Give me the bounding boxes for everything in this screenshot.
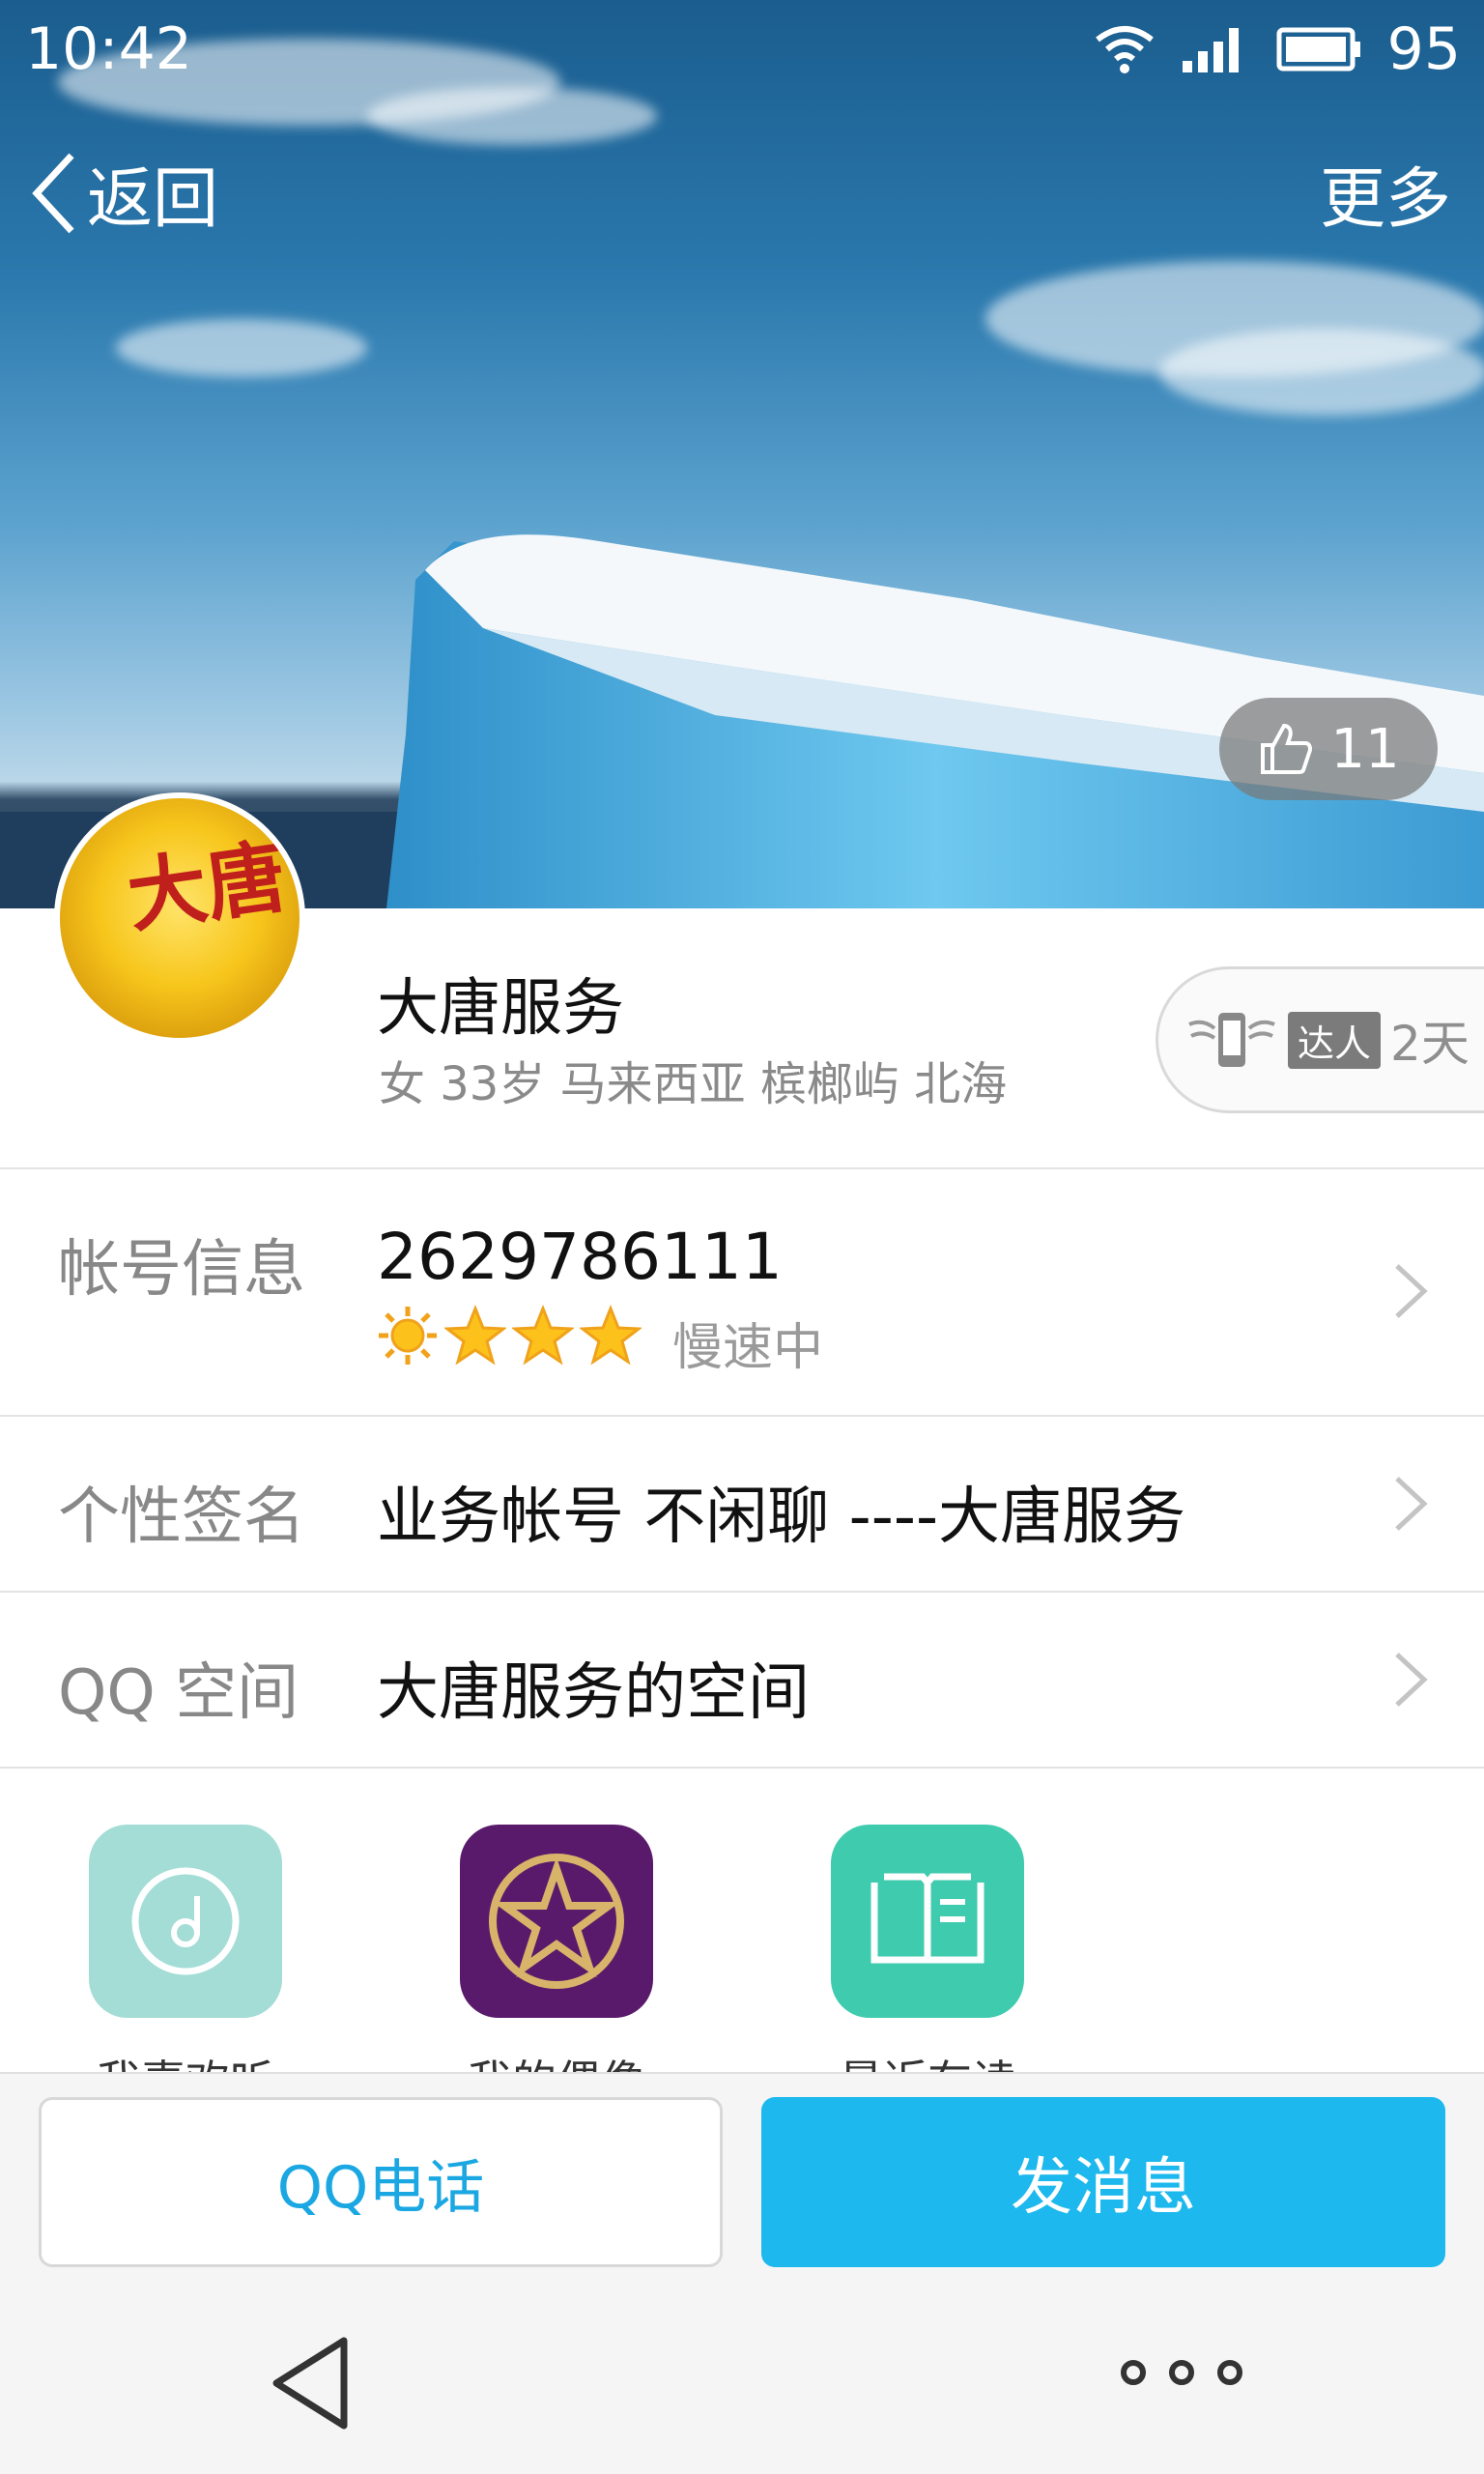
- signature-label: 个性签名: [58, 1482, 305, 1553]
- nav-back-triangle-icon[interactable]: [267, 2335, 354, 2431]
- divider: [0, 1591, 1484, 1593]
- qq-call-button[interactable]: QQ电话: [39, 2097, 723, 2267]
- avatar[interactable]: 大唐: [54, 792, 305, 1044]
- app-idol[interactable]: [460, 1825, 653, 2018]
- chevron-left-icon: [32, 153, 74, 233]
- winged-phone-icon: [1188, 1013, 1275, 1067]
- status-time: 10:42: [25, 15, 192, 83]
- qzone-value: 大唐服务的空间: [377, 1657, 810, 1729]
- talent-days: 2天: [1390, 1016, 1470, 1072]
- like-count: 11: [1330, 717, 1400, 781]
- talent-tag: 达人: [1288, 1011, 1382, 1069]
- star-icon: [512, 1305, 574, 1366]
- divider: [0, 1415, 1484, 1417]
- app-reading[interactable]: [831, 1825, 1024, 2018]
- profile-name: 大唐服务: [377, 973, 624, 1045]
- sun-icon: [379, 1307, 437, 1365]
- account-number: 2629786111: [377, 1220, 783, 1294]
- chevron-right-icon: [1395, 1477, 1428, 1531]
- book-icon: [870, 1873, 985, 1964]
- send-message-button[interactable]: 发消息: [761, 2097, 1445, 2267]
- qq-level: [377, 1305, 642, 1366]
- chevron-right-icon: [1395, 1653, 1428, 1707]
- app-music[interactable]: [89, 1825, 282, 2018]
- system-nav-bar: [0, 2288, 1484, 2474]
- wifi-icon: [1095, 26, 1154, 73]
- chevron-right-icon: [1395, 1264, 1428, 1318]
- divider: [0, 1167, 1484, 1169]
- star-circle-icon: [489, 1854, 624, 1989]
- thumbs-up-icon: [1261, 723, 1313, 774]
- back-label: 返回: [87, 161, 219, 238]
- back-button[interactable]: 返回: [31, 145, 218, 241]
- battery-icon: [1276, 27, 1360, 72]
- speed-status: 慢速中: [672, 1319, 824, 1377]
- divider: [0, 1767, 1484, 1769]
- action-bar: QQ电话 发消息: [0, 2072, 1484, 2288]
- signal-icon: [1182, 28, 1239, 72]
- avatar-logo-text: 大唐: [122, 830, 292, 944]
- music-disc-icon: [131, 1867, 240, 1975]
- more-button[interactable]: 更多: [1320, 145, 1451, 241]
- like-button[interactable]: 11: [1219, 698, 1438, 800]
- star-icon: [444, 1305, 506, 1366]
- profile-meta: 女 33岁 马来西亚 槟榔屿 北海: [379, 1057, 1008, 1111]
- menu-dots-icon[interactable]: [1121, 2360, 1242, 2385]
- qzone-label: QQ 空间: [58, 1657, 300, 1729]
- talent-badge[interactable]: 达人 2天: [1156, 966, 1484, 1113]
- status-bar: 10:42 95: [0, 0, 1484, 97]
- star-icon: [580, 1305, 642, 1366]
- battery-level: 95: [1386, 15, 1461, 83]
- account-label: 帐号信息: [58, 1234, 305, 1306]
- signature-value: 业务帐号 不闲聊 ----大唐服务: [377, 1482, 1186, 1553]
